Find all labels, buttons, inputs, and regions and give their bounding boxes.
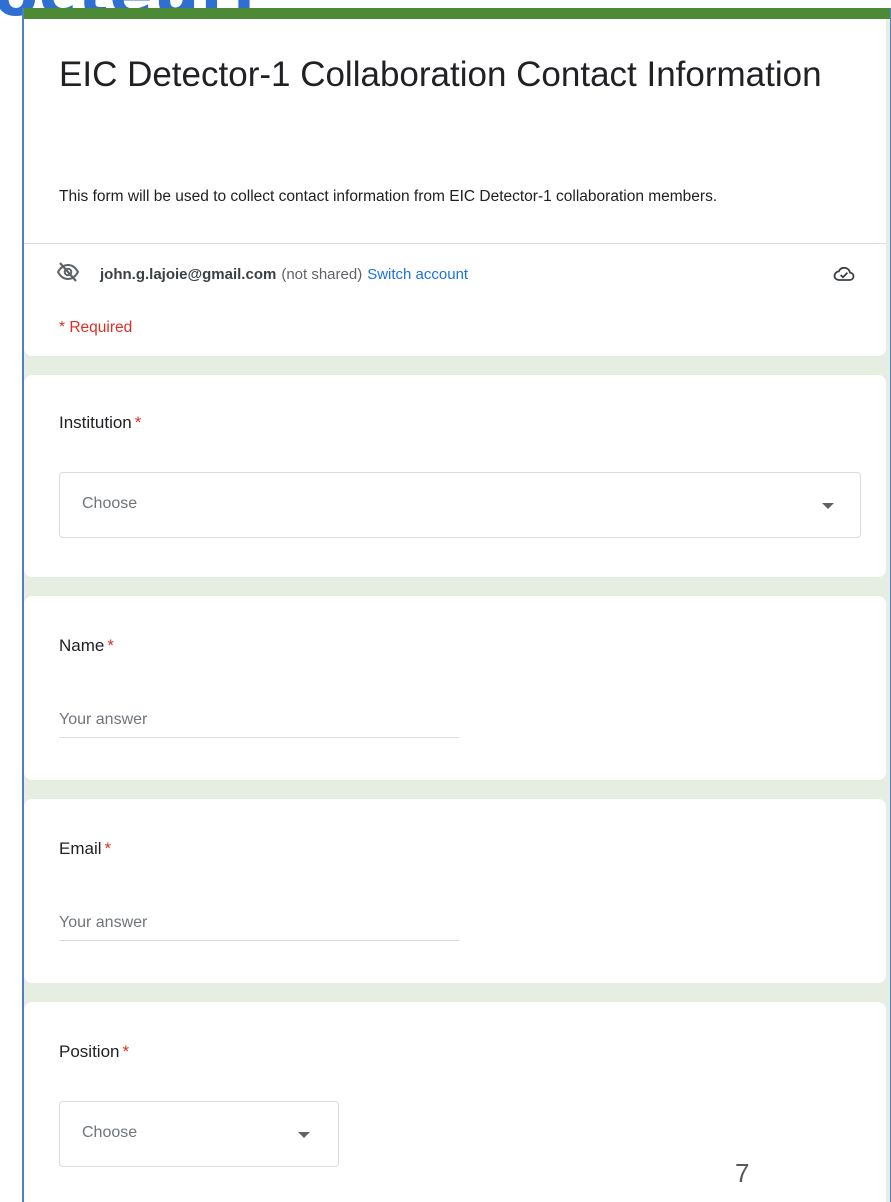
form-title: EIC Detector-1 Collaboration Contact Inf… [59, 55, 822, 94]
name-input[interactable]: Your answer [59, 707, 459, 738]
question-label-name: Name * [59, 636, 114, 656]
position-select[interactable]: Choose [59, 1101, 339, 1167]
required-star: * [122, 1042, 130, 1061]
slide-page-number: 7 [735, 1158, 750, 1188]
required-star: * [104, 839, 112, 858]
question-label-email: Email * [59, 839, 111, 859]
header-divider [24, 243, 886, 244]
select-placeholder: Choose [82, 1124, 138, 1141]
label-text: Position [59, 1042, 120, 1061]
account-email: john.g.lajoie@gmail.com [100, 265, 277, 283]
question-card-email: Email * Your answer [24, 799, 886, 983]
input-placeholder: Your answer [59, 711, 148, 728]
label-text: Institution [59, 413, 132, 432]
account-row: john.g.lajoie@gmail.com (not shared) Swi… [56, 262, 856, 286]
question-card-position: Position * Choose [24, 1002, 886, 1202]
required-star: * [134, 413, 142, 432]
eye-off-icon [56, 260, 80, 288]
input-placeholder: Your answer [59, 914, 148, 931]
not-shared-note: (not shared) [281, 265, 363, 283]
form-screenshot-frame: EIC Detector-1 Collaboration Contact Inf… [22, 8, 891, 1202]
caret-down-icon [298, 1132, 310, 1138]
question-label-institution: Institution * [59, 413, 141, 433]
label-text: Name [59, 636, 105, 655]
required-note: * Required [59, 319, 133, 336]
question-card-name: Name * Your answer [24, 596, 886, 780]
email-input[interactable]: Your answer [59, 910, 459, 941]
institution-select[interactable]: Choose [59, 472, 861, 538]
cloud-check-icon [832, 262, 856, 290]
question-label-position: Position * [59, 1042, 129, 1062]
label-text: Email [59, 839, 102, 858]
caret-down-icon [822, 503, 834, 509]
required-star: * [107, 636, 114, 655]
form-header-card: EIC Detector-1 Collaboration Contact Inf… [24, 19, 886, 356]
question-card-institution: Institution * Choose [24, 375, 886, 577]
switch-account-link[interactable]: Switch account [367, 266, 468, 283]
form-description: This form will be used to collect contac… [59, 188, 718, 205]
form-accent-band [24, 8, 890, 19]
select-placeholder: Choose [82, 495, 138, 512]
